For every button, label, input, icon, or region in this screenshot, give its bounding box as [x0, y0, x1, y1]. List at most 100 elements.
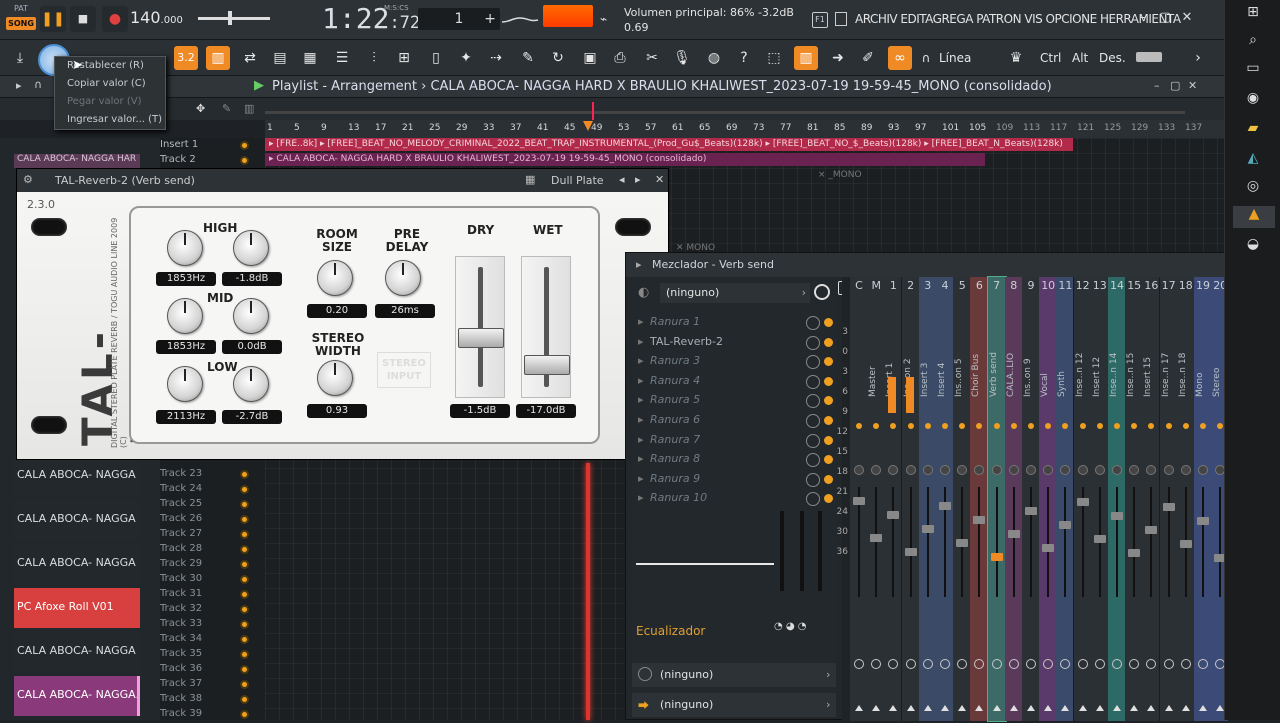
- strip-send-arrow-icon[interactable]: [906, 705, 915, 711]
- mixer-slot[interactable]: ▸ Ranura 1: [638, 313, 834, 332]
- file-icon[interactable]: ▯: [424, 46, 448, 70]
- strip-pan-knob[interactable]: [1163, 465, 1174, 475]
- strip-fader-track[interactable]: [1150, 487, 1153, 597]
- clip-row-1[interactable]: ▸ [FRE..8k] ▸ [FREE]_BEAT_NO_MELODY_CRIM…: [265, 138, 1073, 151]
- mixer-strip[interactable]: 1Insert 1: [884, 277, 903, 721]
- strip-pan-knob[interactable]: [1043, 465, 1054, 475]
- ruler-tick-label[interactable]: 105: [969, 123, 986, 133]
- blend-icon[interactable]: ⇄: [238, 46, 262, 70]
- strip-route-button[interactable]: [1094, 659, 1105, 669]
- strip-route-button[interactable]: [1026, 659, 1036, 669]
- slot-enable-led[interactable]: [824, 337, 833, 347]
- mid-gain-knob[interactable]: [233, 298, 269, 334]
- arrows-icon[interactable]: ⇢: [484, 46, 508, 70]
- microphone-icon[interactable]: 🎙: [670, 46, 694, 70]
- mixer-strip[interactable]: 9 Ins..on 9: [1022, 277, 1040, 721]
- clip-item[interactable]: PC Afoxe Roll V01: [14, 588, 140, 628]
- mixer-strip[interactable]: 11 Synth: [1056, 277, 1075, 721]
- strip-enable-led[interactable]: [1114, 423, 1120, 429]
- channel-rack-icon[interactable]: ☰: [330, 46, 354, 70]
- save-icon[interactable]: ▣: [578, 46, 602, 70]
- ruler-tick-label[interactable]: 113: [1023, 123, 1040, 133]
- strip-fader-cap[interactable]: [1059, 521, 1072, 529]
- ruler-tick-label[interactable]: 93: [888, 123, 899, 133]
- pre-delay-value[interactable]: 26ms: [375, 304, 435, 318]
- strip-fader-track[interactable]: [978, 487, 981, 597]
- track-mute-toggle[interactable]: [240, 156, 249, 165]
- ruler-tick-label[interactable]: 117: [1050, 123, 1067, 133]
- cut-icon[interactable]: ✂: [640, 46, 664, 70]
- strip-number[interactable]: 14: [1108, 279, 1126, 292]
- strip-fader-cap[interactable]: [1162, 503, 1175, 511]
- tool-draw-icon[interactable]: ✎: [222, 102, 231, 115]
- slot-enable-led[interactable]: [824, 376, 833, 386]
- master-pitch-slider[interactable]: [198, 17, 270, 20]
- mixer-slot[interactable]: ▸ Ranura 6: [638, 411, 834, 430]
- pat-song-switch[interactable]: PAT SONG: [6, 4, 36, 34]
- high-freq-knob[interactable]: [167, 230, 203, 266]
- ruler-tick-label[interactable]: 101: [942, 123, 959, 133]
- tool-grid-icon[interactable]: ▥: [244, 102, 254, 115]
- strip-enable-led[interactable]: [1062, 423, 1069, 429]
- strip-route-button[interactable]: [888, 659, 899, 669]
- ctx-enter-value[interactable]: Ingresar valor... (T): [55, 111, 165, 129]
- strip-number[interactable]: 2: [902, 279, 920, 292]
- track-mute-toggle[interactable]: [240, 530, 249, 539]
- strip-fader-cap[interactable]: [1145, 526, 1158, 534]
- clip-row-2[interactable]: ▸ CALA ABOCA- NAGGA HARD X BRAULIO KHALI…: [265, 153, 985, 166]
- ruler-tick-label[interactable]: 49: [591, 123, 602, 133]
- ruler-tick-label[interactable]: 1: [267, 123, 273, 133]
- strip-fader-cap[interactable]: [973, 516, 986, 524]
- snap-mode-label[interactable]: Línea: [939, 51, 971, 65]
- room-size-value[interactable]: 0.20: [307, 304, 367, 318]
- track-mute-toggle[interactable]: [240, 470, 249, 479]
- strip-pan-knob[interactable]: [1112, 465, 1122, 475]
- strip-enable-led[interactable]: [1200, 423, 1206, 429]
- slot-enable-led[interactable]: [824, 435, 833, 445]
- track-mute-toggle[interactable]: [240, 485, 249, 494]
- dry-fader[interactable]: [455, 256, 505, 398]
- settings-app-icon[interactable]: ◎: [1239, 178, 1267, 200]
- slot-mix-knob[interactable]: [806, 472, 820, 487]
- play-arrow-icon[interactable]: ▶: [254, 78, 264, 93]
- strip-pan-knob[interactable]: [1094, 465, 1105, 475]
- ruler-tick-label[interactable]: 5: [294, 123, 300, 133]
- gear-icon[interactable]: ⚙: [23, 173, 33, 186]
- alt-key[interactable]: Alt: [1072, 51, 1088, 65]
- typing-keyboard-icon[interactable]: 3.2: [174, 46, 198, 70]
- strip-fader-track[interactable]: [1219, 487, 1222, 597]
- strip-fader-cap[interactable]: [956, 539, 969, 547]
- strip-send-arrow-icon[interactable]: [889, 705, 898, 711]
- strip-send-arrow-icon[interactable]: [992, 705, 1001, 711]
- slot-mix-knob[interactable]: [806, 433, 820, 448]
- strip-pan-knob[interactable]: [888, 465, 899, 475]
- eq-band-1[interactable]: [780, 511, 784, 591]
- slot-enable-led[interactable]: [824, 474, 833, 484]
- strip-fader-cap[interactable]: [1197, 517, 1209, 525]
- strip-route-button[interactable]: [1180, 659, 1191, 669]
- tempo-display[interactable]: 140.000: [130, 8, 183, 27]
- mixer-strip[interactable]: 18 Inse..n 18: [1176, 277, 1195, 721]
- strip-pan-knob[interactable]: [991, 465, 1002, 475]
- strip-pan-knob[interactable]: [1129, 465, 1140, 475]
- ruler-tick-label[interactable]: 25: [429, 123, 440, 133]
- strip-pan-knob[interactable]: [871, 465, 882, 475]
- latency-icon[interactable]: [814, 284, 830, 300]
- chat-icon[interactable]: ◍: [702, 46, 726, 70]
- strip-send-arrow-icon[interactable]: [1130, 705, 1139, 711]
- ruler-tick-label[interactable]: 121: [1077, 123, 1094, 133]
- strip-number[interactable]: 19: [1194, 279, 1212, 292]
- strip-enable-led[interactable]: [924, 423, 931, 429]
- strip-number[interactable]: 10: [1039, 279, 1057, 292]
- sync-icon[interactable]: ⌁: [600, 12, 607, 26]
- mixer-strip[interactable]: 7 Verb send: [986, 276, 1007, 722]
- mixer-strip[interactable]: 4 Insert 4: [936, 277, 954, 721]
- strip-route-button[interactable]: [1198, 659, 1208, 669]
- slot-enable-led[interactable]: [824, 455, 833, 465]
- other-app-icon[interactable]: ◒: [1239, 236, 1267, 258]
- strip-fader-track[interactable]: [1133, 487, 1136, 597]
- mixer-strip[interactable]: 12 Inse..n 12: [1073, 277, 1092, 721]
- ruler-tick-label[interactable]: 109: [996, 123, 1013, 133]
- strip-fader-track[interactable]: [1047, 487, 1050, 597]
- strip-fader-cap[interactable]: [887, 511, 900, 519]
